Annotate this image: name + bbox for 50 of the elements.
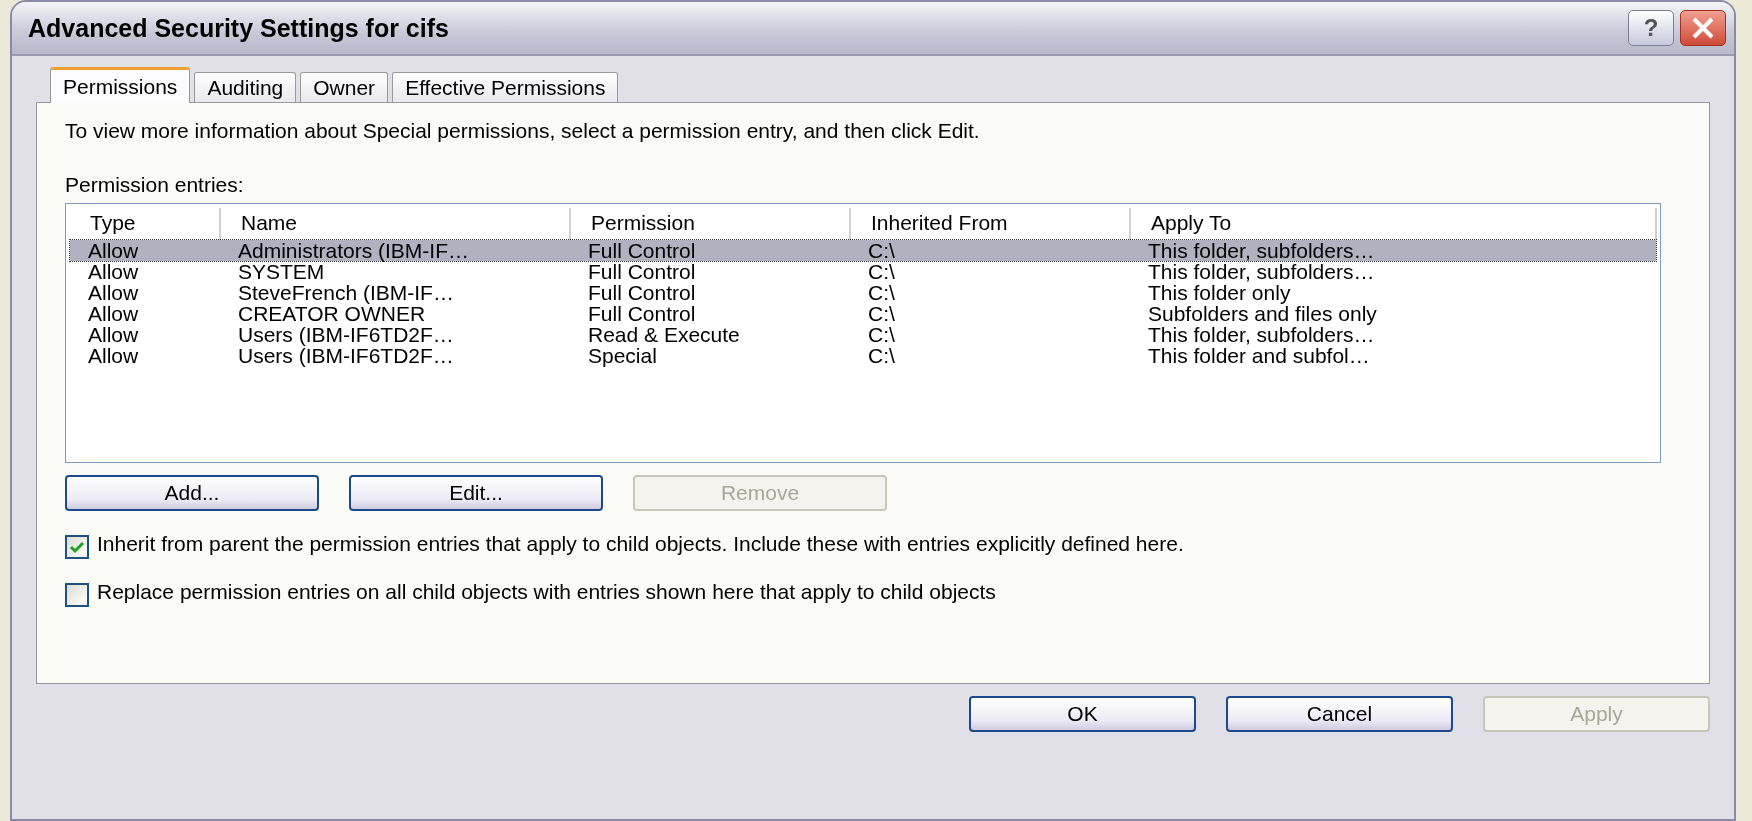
checkbox[interactable] — [65, 583, 89, 607]
table-cell: Allow — [70, 240, 220, 261]
table-cell-text: Allow — [87, 345, 140, 366]
table-cell: Full Control — [570, 240, 850, 261]
table-cell-text: Special — [587, 345, 658, 366]
edit-button[interactable]: Edit... — [349, 475, 603, 511]
table-cell: Full Control — [570, 261, 850, 282]
check-icon — [69, 540, 85, 554]
table-cell-text: CREATOR OWNER — [237, 303, 426, 324]
cancel-button[interactable]: Cancel — [1226, 696, 1453, 732]
tab[interactable]: Effective Permissions — [392, 72, 619, 102]
table-cell-text: Read & Execute — [587, 324, 741, 345]
table-cell: C:\ — [850, 261, 1130, 282]
table-cell-text: Allow — [87, 303, 140, 324]
table-cell-text: Allow — [87, 282, 140, 303]
table-cell-text: This folder and subfol… — [1147, 345, 1371, 366]
option-label: Replace permission entries on all child objects with entries shown here that apply to child objects — [97, 581, 996, 603]
table-cell-text: Subfolders and files only — [1147, 303, 1378, 324]
ok-button[interactable]: OK — [969, 696, 1196, 732]
table-cell: Administrators (IBM-IF… — [220, 240, 570, 261]
table-cell: This folder, subfolders… — [1130, 261, 1656, 282]
table-cell-text: C:\ — [867, 324, 896, 345]
table-cell: SYSTEM — [220, 261, 570, 282]
tab[interactable]: Auditing — [194, 72, 297, 102]
table-cell-text: Users (IBM-IF6TD2F… — [237, 345, 455, 366]
checkbox[interactable] — [65, 535, 89, 559]
description-text: To view more information about Special permissions, select a permission entry, and then click Edit. — [65, 119, 981, 143]
table-cell-text: Full Control — [587, 282, 697, 303]
help-button[interactable]: ? — [1628, 10, 1674, 46]
table-cell-text: C:\ — [867, 282, 896, 303]
table-cell-text: This folder only — [1147, 282, 1292, 303]
option-label: Inherit from parent the permission entries that apply to child objects. Include these with entries explicitly defined here. — [97, 533, 1184, 555]
tab[interactable]: Permissions — [50, 67, 191, 103]
table-cell-text: Allow — [87, 324, 140, 345]
table-cell-text: Users (IBM-IF6TD2F… — [237, 324, 455, 345]
table-cell-text: C:\ — [867, 345, 896, 366]
tab[interactable]: Owner — [300, 72, 389, 102]
table-cell-text: Full Control — [587, 303, 697, 324]
close-button[interactable] — [1680, 10, 1726, 46]
list-label: Permission entries: — [65, 173, 245, 197]
table-cell: Allow — [70, 261, 220, 282]
close-icon — [1691, 17, 1715, 39]
table-cell-text: SteveFrench (IBM-IF… — [237, 282, 455, 303]
table-cell-text: This folder, subfolders… — [1147, 324, 1375, 345]
window-title: Advanced Security Settings for cifs — [28, 13, 450, 43]
permission-list[interactable] — [65, 203, 1661, 463]
add-button[interactable]: Add... — [65, 475, 319, 511]
table-cell-text: C:\ — [867, 303, 896, 324]
table-cell: C:\ — [850, 240, 1130, 261]
table-cell: This folder, subfolders… — [1130, 240, 1656, 261]
